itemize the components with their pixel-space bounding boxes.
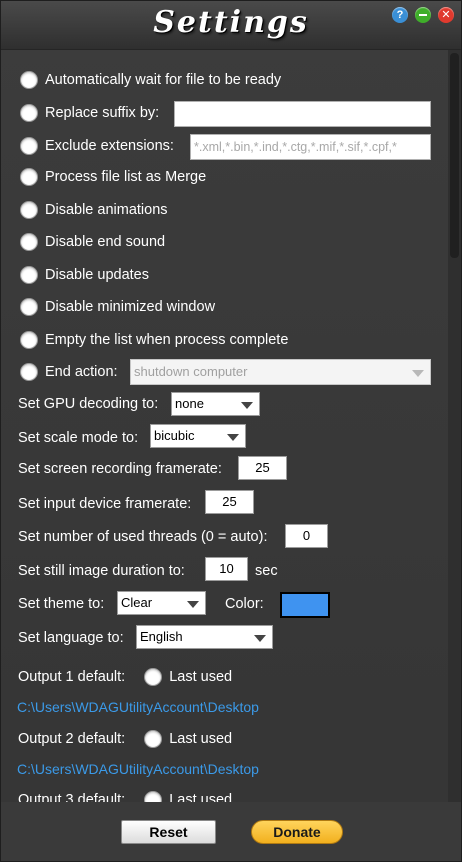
option-label: End action: [45,364,118,380]
option-label: Replace suffix by: [45,105,160,121]
end-action-select[interactable]: shutdown computer [130,359,431,385]
option-disable-minimized[interactable]: Disable minimized window [20,294,215,320]
radio-button[interactable] [20,363,38,381]
radio-button[interactable] [20,71,38,89]
title-bar: Settings ? ✕ [1,1,461,50]
color-fill [282,594,328,616]
chevron-down-icon [241,402,253,409]
scale-mode-select[interactable]: bicubic [150,424,246,448]
chevron-down-icon [412,370,424,377]
input-framerate-label: Set input device framerate: [18,496,192,512]
minimize-icon[interactable] [415,7,431,23]
scrollbar-thumb[interactable] [450,53,459,258]
last-used-label: Last used [169,792,233,802]
option-label: Disable end sound [45,234,166,250]
settings-window: Settings ? ✕ Automatically wait for file… [0,0,462,862]
gpu-decoding-label: Set GPU decoding to: [18,396,159,412]
theme-select[interactable]: Clear [117,591,206,615]
option-end-action[interactable]: End action: [20,359,118,385]
still-duration-label: Set still image duration to: [18,563,185,579]
radio-button[interactable] [20,233,38,251]
theme-value: Clear [121,595,153,610]
radio-button[interactable] [20,104,38,122]
footer [1,802,461,861]
output-1-row: Output 1 default: Last used [18,664,232,690]
output-1-path[interactable]: C:\Users\WDAGUtilityAccount\Desktop [17,699,259,715]
scale-mode-label: Set scale mode to: [18,430,139,446]
last-used-label: Last used [169,731,233,747]
option-label: Exclude extensions: [45,138,174,154]
option-label: Disable minimized window [45,299,216,315]
end-action-value: shutdown computer [134,364,248,379]
language-select[interactable]: English [136,625,273,649]
output-2-path[interactable]: C:\Users\WDAGUtilityAccount\Desktop [17,761,259,777]
donate-button[interactable]: Donate [251,820,343,844]
option-merge[interactable]: Process file list as Merge [20,164,206,190]
language-label: Set language to: [18,630,124,646]
option-label: Empty the list when process complete [45,332,289,348]
radio-button[interactable] [20,331,38,349]
chevron-down-icon [187,601,199,608]
theme-label: Set theme to: [18,596,105,612]
theme-color-swatch[interactable] [280,592,330,618]
screen-framerate-label: Set screen recording framerate: [18,461,222,477]
option-disable-end-sound[interactable]: Disable end sound [20,229,165,255]
exclude-extensions-input[interactable]: *.xml,*.bin,*.ind,*.ctg,*.mif,*.sif,*.cp… [190,134,431,160]
option-disable-updates[interactable]: Disable updates [20,262,149,288]
threads-input[interactable]: 0 [285,524,328,548]
radio-button[interactable] [144,668,163,686]
threads-label: Set number of used threads (0 = auto): [18,529,268,545]
option-replace-suffix[interactable]: Replace suffix by: [20,100,159,126]
radio-button[interactable] [20,298,38,316]
option-disable-animations[interactable]: Disable animations [20,197,168,223]
input-framerate-input[interactable]: 25 [205,490,254,514]
output-3-row: Output 3 default: Last used [18,787,232,802]
chevron-down-icon [227,434,239,441]
close-icon[interactable]: ✕ [438,7,454,23]
output-label: Output 1 default: [18,669,126,685]
scale-mode-value: bicubic [154,428,195,443]
reset-button[interactable]: Reset [121,820,216,844]
radio-button[interactable] [20,137,38,155]
settings-content: Automatically wait for file to be ready … [1,50,447,802]
output-label: Output 2 default: [18,731,126,747]
still-duration-unit: sec [255,563,278,579]
radio-button[interactable] [20,266,38,284]
still-duration-input[interactable]: 10 [205,557,248,581]
option-exclude-extensions[interactable]: Exclude extensions: [20,133,174,159]
color-label: Color: [225,596,264,612]
radio-button[interactable] [20,168,38,186]
gpu-decoding-value: none [175,396,204,411]
option-label: Process file list as Merge [45,169,207,185]
replace-suffix-input[interactable] [174,101,431,127]
radio-button[interactable] [144,730,163,748]
chevron-down-icon [254,635,266,642]
option-label: Automatically wait for file to be ready [45,72,282,88]
option-auto-wait[interactable]: Automatically wait for file to be ready [20,67,281,93]
option-label: Disable animations [45,202,168,218]
output-label: Output 3 default: [18,792,126,802]
screen-framerate-input[interactable]: 25 [238,456,287,480]
radio-button[interactable] [144,791,163,802]
option-empty-list[interactable]: Empty the list when process complete [20,327,288,353]
gpu-decoding-select[interactable]: none [171,392,260,416]
radio-button[interactable] [20,201,38,219]
last-used-label: Last used [169,669,233,685]
output-2-row: Output 2 default: Last used [18,726,232,752]
help-icon[interactable]: ? [392,7,408,23]
option-label: Disable updates [45,267,149,283]
language-value: English [140,629,183,644]
